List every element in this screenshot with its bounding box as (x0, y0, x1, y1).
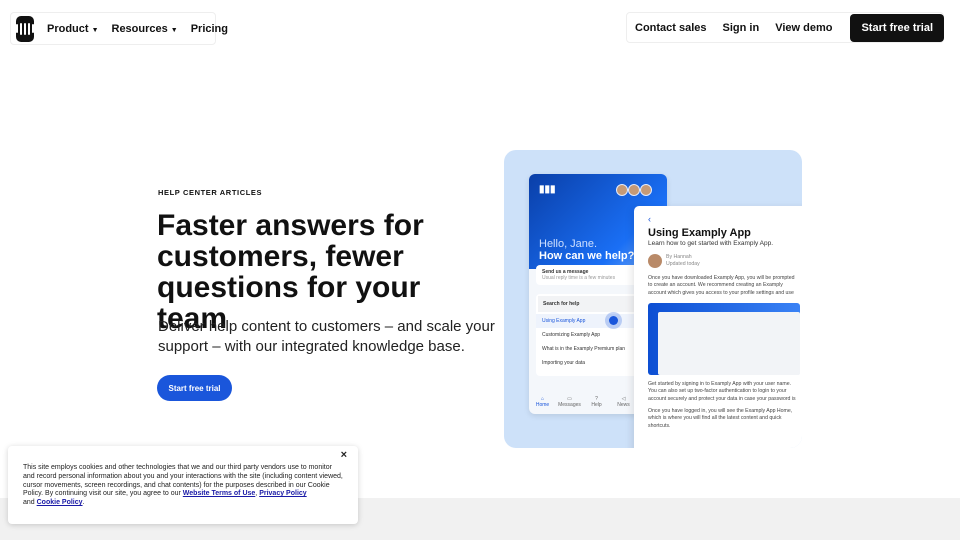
tab-help: ? Help (591, 396, 602, 408)
avatar (640, 184, 652, 196)
eyebrow: HELP CENTER ARTICLES (158, 188, 263, 197)
view-demo-link[interactable]: View demo (775, 22, 832, 34)
back-icon: ‹ (648, 214, 651, 224)
cookie-policy-link[interactable]: Cookie Policy (37, 499, 83, 506)
intercom-logo[interactable] (16, 15, 34, 42)
tab-home: ⌂ Home (535, 396, 550, 408)
sign-in-link[interactable]: Sign in (723, 22, 760, 34)
product-mockup: ▮▮▮ Hello, Jane. How can we help? Send u… (504, 150, 802, 448)
nav-resources[interactable]: Resources ▼ (112, 23, 178, 35)
close-icon[interactable]: × (341, 450, 347, 461)
main-nav: Product ▼ Resources ▼ Pricing (10, 12, 228, 45)
hero-subtitle: Deliver help content to customers – and … (158, 318, 495, 355)
privacy-link[interactable]: Privacy Policy (259, 490, 306, 497)
avatar (648, 253, 662, 268)
chevron-down-icon: ▼ (91, 26, 99, 34)
avatar (616, 184, 628, 196)
page-title: Faster answers for customers, fewer ques… (157, 209, 424, 335)
cursor-icon (609, 316, 618, 325)
right-nav: Contact sales Sign in View demo Start fr… (626, 12, 944, 43)
article-mockup: ‹ Using Examply App Learn how to get sta… (634, 206, 802, 448)
nav-pricing[interactable]: Pricing (191, 23, 228, 35)
avatar (628, 184, 640, 196)
contact-sales-link[interactable]: Contact sales (635, 22, 707, 34)
tab-messages: ▭ Messages (558, 396, 581, 408)
terms-link[interactable]: Website Terms of Use (183, 490, 256, 497)
screenshot-illustration (648, 302, 800, 375)
chevron-down-icon: ▼ (170, 26, 178, 34)
hero-start-trial-button[interactable]: Start free trial (157, 375, 232, 401)
cookie-banner: × This site employs cookies and other te… (8, 446, 358, 524)
start-free-trial-button[interactable]: Start free trial (850, 13, 944, 42)
tab-news: ◁ News (617, 396, 630, 408)
nav-product[interactable]: Product ▼ (47, 23, 99, 35)
